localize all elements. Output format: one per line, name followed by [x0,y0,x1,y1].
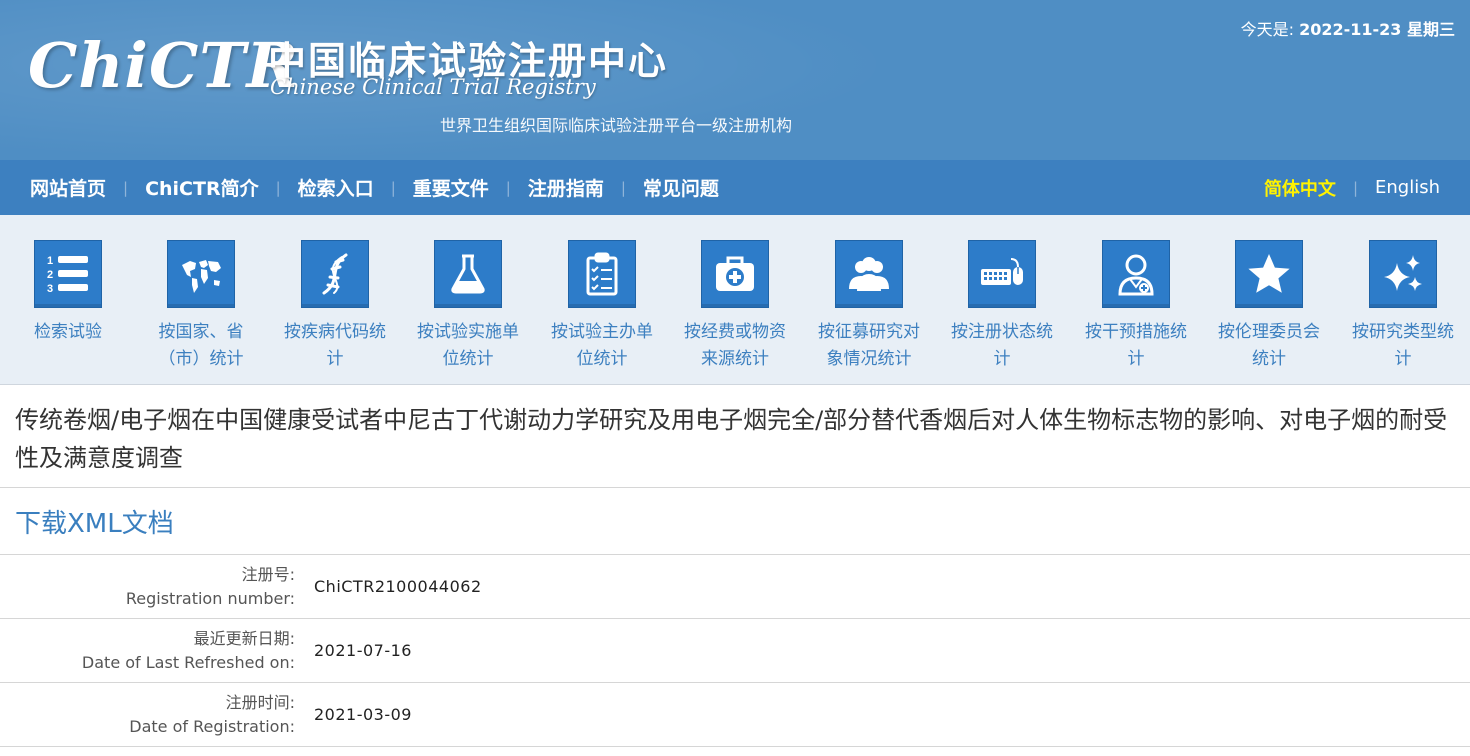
icon-label: 按疾病代码统计 [284,322,386,369]
nav-separator: | [390,178,396,197]
study-title: 传统卷烟/电子烟在中国健康受试者中尼古丁代谢动力学研究及用电子烟完全/部分替代香… [15,406,1448,472]
nav-home[interactable]: 网站首页 [30,174,106,201]
header-subtitle: 世界卫生组织国际临床试验注册平台一级注册机构 [440,116,793,135]
download-xml-link[interactable]: 下载XML文档 [15,503,174,540]
icon-label: 按国家、省 （市）统计 [158,322,244,369]
icon-label: 按干预措施统计 [1085,322,1187,369]
table-row: 注册时间: Date of Registration: 2021-03-09 [0,683,1470,747]
table-row: 最近更新日期: Date of Last Refreshed on: 2021-… [0,619,1470,683]
nav-separator: | [620,178,626,197]
lang-english-link[interactable]: English [1375,177,1440,198]
nav-separator: | [275,178,281,197]
icon-label: 按研究类型统计 [1352,322,1454,369]
nav-faq[interactable]: 常见问题 [643,174,719,201]
stats-by-ethics-button[interactable]: 按伦理委员会 统计 [1209,240,1329,373]
date-label: 今天是: [1240,20,1294,39]
last-refreshed-label-en: Date of Last Refreshed on: [81,652,295,672]
nav-search[interactable]: 检索入口 [298,174,374,201]
icon-label: 按试验主办单 位统计 [551,322,653,369]
nav-separator: | [1352,178,1358,197]
stats-by-study-type-button[interactable]: 按研究类型统计 [1343,240,1463,373]
icon-label: 按试验实施单 位统计 [417,322,519,369]
nav-registration-guide[interactable]: 注册指南 [528,174,604,201]
statistics-icon-bar: 1 2 3 检索试验 按国家、省 （市）统计 按疾病代码统 计 按试验实施单 位… [0,215,1470,385]
field-label: 注册时间: Date of Registration: [0,691,295,739]
last-refreshed-label-cn: 最近更新日期: [193,628,295,648]
medical-kit-icon [701,240,769,308]
icon-label: 按经费或物资 来源统计 [684,322,786,369]
icon-label: 按征募研究对 象情况统计 [818,322,920,369]
icon-label: 按注册状态统计 [951,322,1053,369]
date-value: 2022-11-23 星期三 [1299,20,1455,39]
field-label: 最近更新日期: Date of Last Refreshed on: [0,627,295,675]
dna-icon [301,240,369,308]
doctor-icon [1102,240,1170,308]
registration-number-value: ChiCTR2100044062 [314,577,482,596]
main-nav: 网站首页 | ChiCTR简介 | 检索入口 | 重要文件 | 注册指南 | 常… [0,160,1470,215]
icon-label: 检索试验 [34,322,102,342]
lang-chinese-link[interactable]: 简体中文 [1264,175,1336,201]
keyboard-mouse-icon [968,240,1036,308]
stats-by-intervention-button[interactable]: 按干预措施统计 [1076,240,1196,373]
nav-separator: | [505,178,511,197]
xml-download-section: 下载XML文档 [0,488,1470,555]
table-row: 注册号: Registration number: ChiCTR21000440… [0,555,1470,619]
site-header: ChiCTR 中国临床试验注册中心 Chinese Clinical Trial… [0,0,1470,160]
people-icon [835,240,903,308]
org-name-en: Chinese Clinical Trial Registry [270,75,596,99]
stats-by-status-button[interactable]: 按注册状态统计 [942,240,1062,373]
stats-by-site-button[interactable]: 按试验实施单 位统计 [408,240,528,373]
svg-text:1: 1 [47,255,53,267]
world-map-icon [167,240,235,308]
last-refreshed-value: 2021-07-16 [314,641,412,660]
clipboard-icon [568,240,636,308]
stats-by-sponsor-button[interactable]: 按试验主办单 位统计 [542,240,662,373]
star-icon [1235,240,1303,308]
svg-text:3: 3 [47,283,53,295]
registration-date-value: 2021-03-09 [314,705,412,724]
registration-date-label-en: Date of Registration: [129,716,295,736]
stats-by-disease-button[interactable]: 按疾病代码统计 [275,240,395,373]
registration-date-label-cn: 注册时间: [225,692,295,712]
nav-about[interactable]: ChiCTR简介 [145,174,259,201]
search-trials-button[interactable]: 1 2 3 检索试验 [8,240,128,346]
icon-label: 按伦理委员会 统计 [1218,322,1320,369]
flask-icon [434,240,502,308]
stats-by-region-button[interactable]: 按国家、省 （市）统计 [141,240,261,373]
registration-number-label-cn: 注册号: [241,564,295,584]
stats-by-funding-button[interactable]: 按经费或物资 来源统计 [675,240,795,373]
chictr-logo[interactable]: ChiCTR [28,28,299,104]
stats-by-recruitment-button[interactable]: 按征募研究对 象情况统计 [809,240,929,373]
nav-documents[interactable]: 重要文件 [413,174,489,201]
registration-number-label-en: Registration number: [125,588,295,608]
numbered-list-icon: 1 2 3 [34,240,102,308]
field-label: 注册号: Registration number: [0,563,295,611]
sparkles-icon [1369,240,1437,308]
svg-text:2: 2 [47,269,53,281]
today-date: 今天是: 2022-11-23 星期三 [1241,16,1455,40]
study-title-section: 传统卷烟/电子烟在中国健康受试者中尼古丁代谢动力学研究及用电子烟完全/部分替代香… [0,385,1470,488]
nav-separator: | [123,178,129,197]
